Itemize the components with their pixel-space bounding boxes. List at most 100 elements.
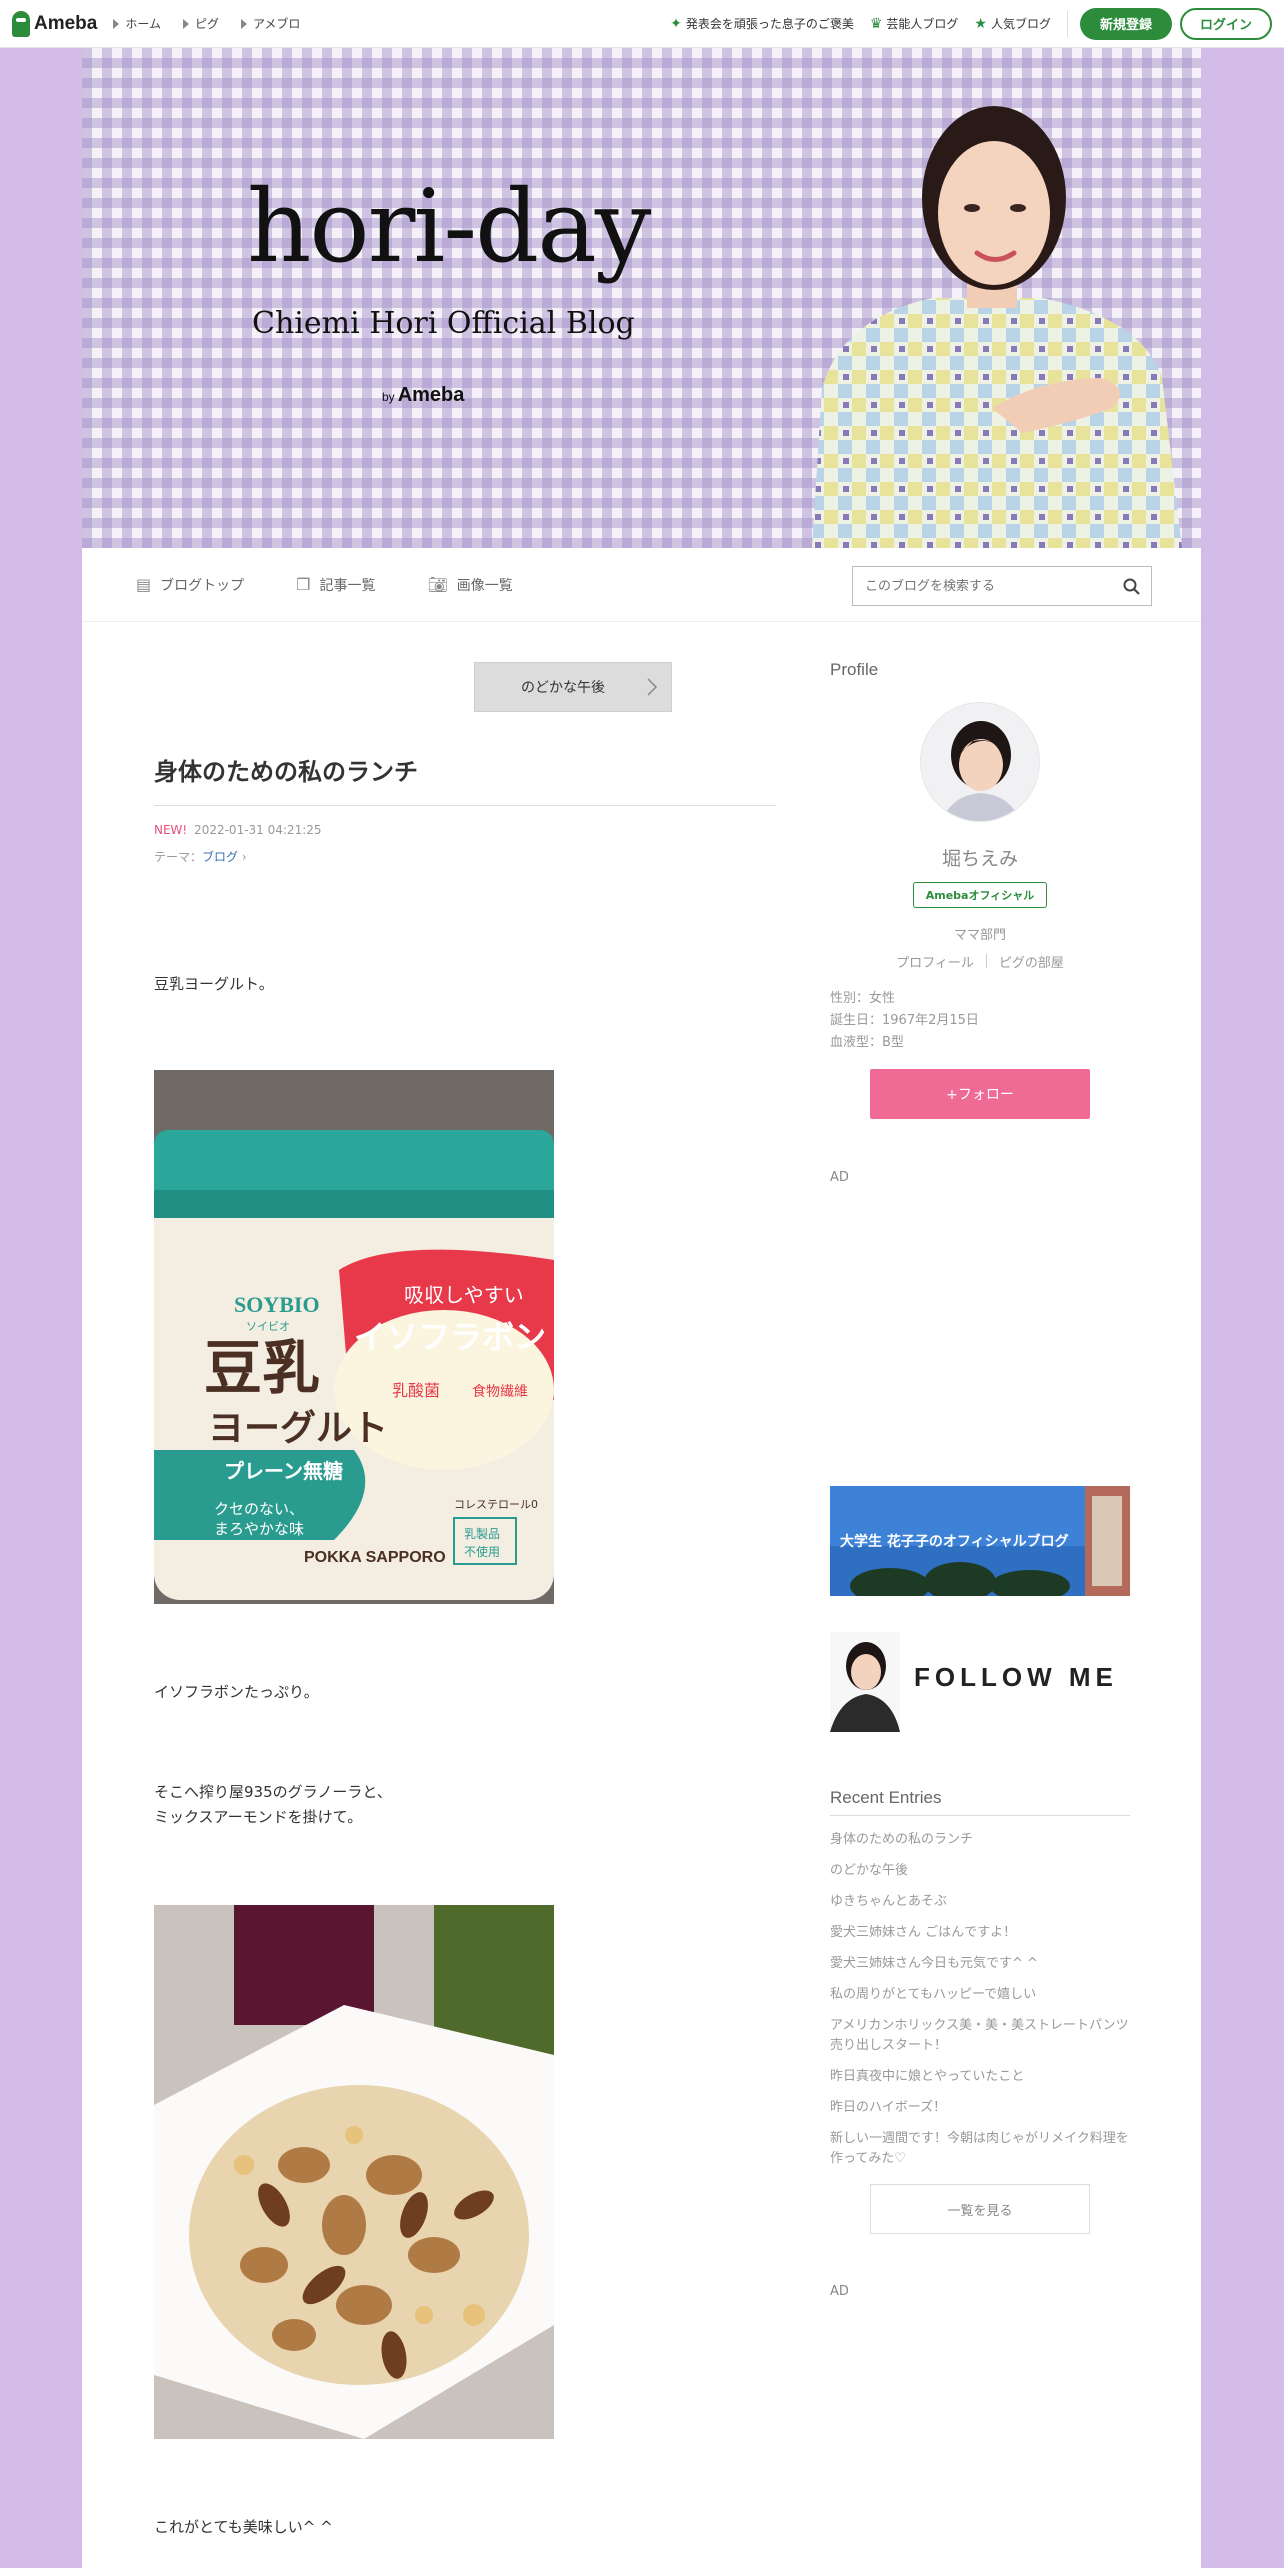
- yogurt-badge-absorb: 吸収しやすい: [404, 1283, 524, 1307]
- profile-heading: Profile: [830, 660, 879, 679]
- follow-me-banner[interactable]: FOLLOW ME: [830, 1632, 1130, 1732]
- profile-info: 性別：女性 誕生日：1967年2月15日 血液型：B型: [830, 988, 979, 1054]
- register-button[interactable]: 新規登録: [1080, 7, 1172, 40]
- banner-brand: Ameba: [397, 384, 465, 406]
- gnav-ameblo[interactable]: アメブロ: [241, 15, 300, 32]
- recent-entry-link[interactable]: 愛犬三姉妹さん今日も元気です^ ^: [830, 1954, 1130, 1974]
- recent-entry-link[interactable]: のどかな午後: [830, 1861, 1130, 1881]
- view-all-entries-button[interactable]: 一覧を見る: [870, 2184, 1090, 2234]
- pigg-room-link[interactable]: ピグの部屋: [999, 952, 1064, 971]
- ad-label: AD: [830, 1170, 849, 1185]
- gnav-home-label: ホーム: [125, 17, 161, 31]
- popular-blog-link[interactable]: ★ 人気ブログ: [974, 15, 1051, 32]
- trending-topic-link[interactable]: ✦ 発表会を頑張った息子のご褒美: [670, 15, 854, 32]
- follow-button[interactable]: +フォロー: [870, 1069, 1090, 1119]
- recent-entry-link[interactable]: ゆきちゃんとあそぶ: [830, 1892, 1130, 1912]
- gnav-pigg[interactable]: ピグ: [183, 15, 219, 32]
- blog-top-label: ブログトップ: [160, 577, 245, 594]
- profile-avatar[interactable]: [920, 702, 1040, 822]
- yogurt-taste-line2: まろやかな味: [214, 1520, 304, 1538]
- promo-banner[interactable]: 大学生 花子子のオフィシャルブログ: [830, 1486, 1130, 1596]
- gnav-home[interactable]: ホーム: [113, 15, 161, 32]
- blog-banner[interactable]: hori-day Chiemi Hori Official Blog by Ame…: [82, 48, 1201, 548]
- follow-me-photo: [830, 1632, 900, 1732]
- entry-theme: テーマ：ブログ ›: [154, 848, 247, 865]
- crown-icon: ♛: [869, 15, 883, 32]
- search-icon: [1123, 578, 1140, 595]
- entry-photo-yogurt[interactable]: SOYBIO ソイビオ 豆乳 ヨーグルト 吸収しやすい イソフラボン 乳酸菌 食…: [154, 1070, 554, 1604]
- promo-banner-text: 大学生 花子子のオフィシャルブログ: [840, 1533, 1069, 1550]
- follow-me-text: FOLLOW ME: [914, 1662, 1118, 1692]
- yogurt-cholesterol: コレステロール0: [454, 1498, 538, 1511]
- entry-paragraph: 豆乳ヨーグルト。: [154, 975, 274, 993]
- profile-blood-type: 血液型：B型: [830, 1035, 904, 1050]
- yogurt-brand: SOYBIO: [234, 1292, 320, 1317]
- yogurt-maker: POKKA SAPPORO: [304, 1549, 446, 1566]
- banner-title: hori-day: [247, 168, 651, 285]
- ad-label: AD: [830, 2284, 849, 2299]
- profile-gender: 性別：女性: [830, 991, 896, 1006]
- link-divider: [985, 954, 987, 968]
- yogurt-badge-isoflavone: イソフラボン: [354, 1318, 546, 1356]
- recent-entries-heading: Recent Entries: [830, 1788, 1130, 1816]
- entry-paragraph: イソフラボンたっぷり。: [154, 1683, 319, 1701]
- previous-entry-button[interactable]: のどかな午後: [474, 662, 672, 712]
- global-header: Ameba ホーム ピグ アメブロ ✦ 発表会を頑張った息子のご褒美 ♛ 芸能人…: [0, 0, 1284, 48]
- celebrity-blog-link[interactable]: ♛ 芸能人ブログ: [870, 15, 959, 32]
- star-icon: ★: [974, 15, 987, 32]
- header-divider: [1067, 10, 1068, 37]
- profile-link[interactable]: プロフィール: [896, 952, 974, 971]
- login-button[interactable]: ログイン: [1180, 7, 1272, 40]
- document-icon: ▤: [136, 575, 152, 594]
- celebrity-blog-label: 芸能人ブログ: [886, 17, 959, 31]
- entry-paragraph: ミックスアーモンドを掛けて。: [154, 1808, 363, 1826]
- recent-entry-link[interactable]: 昨日真夜中に娘とやっていたこと: [830, 2067, 1130, 2087]
- yogurt-brand-kana: ソイビオ: [246, 1320, 290, 1333]
- granola-image: [154, 1905, 554, 2439]
- recent-entry-link[interactable]: 新しい一週間です！今朝は肉じゃがリメイク料理を作ってみた♡: [830, 2129, 1130, 2169]
- recent-entry-link[interactable]: 愛犬三姉妹さん ごはんですよ！: [830, 1923, 1130, 1943]
- recent-entry-link[interactable]: アメリカンホリックス美・美・美ストレートパンツ売り出しスタート！: [830, 2016, 1130, 2056]
- blog-top-link[interactable]: ▤ ブログトップ: [136, 575, 244, 595]
- entry-photo-granola[interactable]: [154, 1905, 554, 2439]
- recent-entry-link[interactable]: 私の周りがとてもハッピーで嬉しい: [830, 1985, 1130, 2005]
- chevron-right-icon: [647, 678, 658, 696]
- blog-search-input[interactable]: [865, 578, 1111, 594]
- image-list-link[interactable]: 📷︎ 画像一覧: [427, 575, 512, 595]
- sparkle-icon: ✦: [670, 15, 682, 32]
- recent-entries-list: 身体のための私のランチ のどかな午後 ゆきちゃんとあそぶ 愛犬三姉妹さん ごはん…: [830, 1830, 1130, 2180]
- entry-meta: NEW! 2022-01-31 04:21:25: [154, 823, 322, 837]
- profile-name[interactable]: 堀ちえみ: [830, 844, 1130, 871]
- copy-icon: ❐: [296, 575, 311, 594]
- global-header-left: Ameba ホーム ピグ アメブロ: [12, 10, 322, 37]
- yogurt-taste-line1: クセのない、: [214, 1500, 304, 1518]
- theme-link[interactable]: ブログ: [202, 850, 238, 864]
- yogurt-badge-fiber: 食物繊維: [472, 1383, 528, 1400]
- profile-category[interactable]: ママ部門: [830, 924, 1130, 943]
- recent-entry-link[interactable]: 昨日のハイボーズ！: [830, 2098, 1130, 2118]
- ameba-logo-text: Ameba: [34, 12, 98, 34]
- camera-icon: 📷︎: [427, 575, 448, 594]
- banner-by-ameba: by Ameba: [382, 384, 464, 407]
- entry-list-link[interactable]: ❐ 記事一覧: [296, 575, 375, 595]
- gnav-ameblo-label: アメブロ: [253, 17, 301, 31]
- content-area: のどかな午後 身体のための私のランチ NEW! 2022-01-31 04:21…: [82, 622, 1201, 2568]
- banner-by-label: by: [382, 390, 395, 404]
- blog-nav: ▤ ブログトップ ❐ 記事一覧 📷︎ 画像一覧: [82, 548, 1201, 622]
- gnav-pigg-label: ピグ: [195, 17, 220, 31]
- new-badge: NEW!: [154, 823, 188, 837]
- entry-datetime: 2022-01-31 04:21:25: [194, 823, 322, 837]
- profile-links: プロフィール ピグの部屋: [830, 952, 1130, 971]
- chevron-right-icon: ›: [238, 850, 247, 864]
- yogurt-dairy-line1: 乳製品: [464, 1527, 500, 1541]
- avatar-image: [921, 703, 1039, 821]
- ameba-logo[interactable]: Ameba: [12, 10, 98, 37]
- triangle-right-icon: [183, 18, 189, 29]
- yogurt-name-yogurt: ヨーグルト: [208, 1408, 388, 1449]
- promo-banner-image: 大学生 花子子のオフィシャルブログ: [830, 1486, 1130, 1596]
- search-button[interactable]: [1111, 578, 1151, 595]
- ameba-logo-icon: [12, 10, 30, 37]
- recent-entry-link[interactable]: 身体のための私のランチ: [830, 1830, 1130, 1850]
- entry-list-label: 記事一覧: [319, 577, 376, 594]
- yogurt-name-soy: 豆乳: [204, 1334, 320, 1402]
